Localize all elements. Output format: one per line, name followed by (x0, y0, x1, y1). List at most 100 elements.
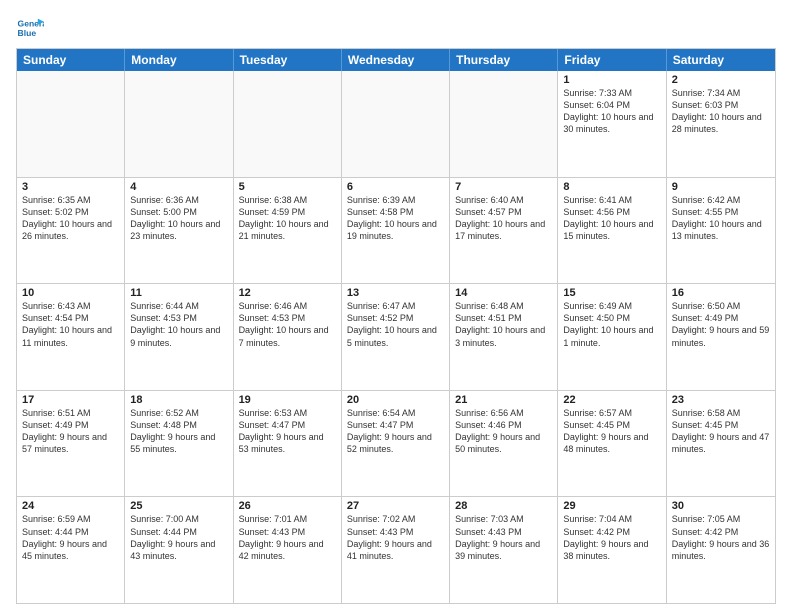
day-number: 7 (455, 181, 552, 193)
page: General Blue SundayMondayTuesdayWednesda… (0, 0, 792, 612)
calendar-cell: 29Sunrise: 7:04 AM Sunset: 4:42 PM Dayli… (558, 497, 666, 603)
cell-info: Sunrise: 6:46 AM Sunset: 4:53 PM Dayligh… (239, 300, 336, 349)
calendar-cell: 17Sunrise: 6:51 AM Sunset: 4:49 PM Dayli… (17, 391, 125, 497)
calendar-cell: 16Sunrise: 6:50 AM Sunset: 4:49 PM Dayli… (667, 284, 775, 390)
day-number: 14 (455, 287, 552, 299)
day-number: 11 (130, 287, 227, 299)
calendar-cell: 12Sunrise: 6:46 AM Sunset: 4:53 PM Dayli… (234, 284, 342, 390)
day-number: 28 (455, 500, 552, 512)
cell-info: Sunrise: 6:58 AM Sunset: 4:45 PM Dayligh… (672, 407, 770, 456)
calendar-row-2: 10Sunrise: 6:43 AM Sunset: 4:54 PM Dayli… (17, 283, 775, 390)
day-number: 15 (563, 287, 660, 299)
calendar-cell (450, 71, 558, 177)
day-number: 4 (130, 181, 227, 193)
cell-info: Sunrise: 7:01 AM Sunset: 4:43 PM Dayligh… (239, 513, 336, 562)
cell-info: Sunrise: 6:47 AM Sunset: 4:52 PM Dayligh… (347, 300, 444, 349)
calendar-cell (342, 71, 450, 177)
cell-info: Sunrise: 7:33 AM Sunset: 6:04 PM Dayligh… (563, 87, 660, 136)
calendar-cell: 25Sunrise: 7:00 AM Sunset: 4:44 PM Dayli… (125, 497, 233, 603)
day-number: 25 (130, 500, 227, 512)
day-number: 24 (22, 500, 119, 512)
calendar-cell: 13Sunrise: 6:47 AM Sunset: 4:52 PM Dayli… (342, 284, 450, 390)
cell-info: Sunrise: 6:39 AM Sunset: 4:58 PM Dayligh… (347, 194, 444, 243)
cell-info: Sunrise: 6:54 AM Sunset: 4:47 PM Dayligh… (347, 407, 444, 456)
calendar-cell (17, 71, 125, 177)
day-number: 26 (239, 500, 336, 512)
cell-info: Sunrise: 6:59 AM Sunset: 4:44 PM Dayligh… (22, 513, 119, 562)
calendar-cell: 19Sunrise: 6:53 AM Sunset: 4:47 PM Dayli… (234, 391, 342, 497)
calendar-cell: 14Sunrise: 6:48 AM Sunset: 4:51 PM Dayli… (450, 284, 558, 390)
cell-info: Sunrise: 6:48 AM Sunset: 4:51 PM Dayligh… (455, 300, 552, 349)
calendar-cell: 7Sunrise: 6:40 AM Sunset: 4:57 PM Daylig… (450, 178, 558, 284)
calendar-cell: 11Sunrise: 6:44 AM Sunset: 4:53 PM Dayli… (125, 284, 233, 390)
cell-info: Sunrise: 6:50 AM Sunset: 4:49 PM Dayligh… (672, 300, 770, 349)
cell-info: Sunrise: 6:38 AM Sunset: 4:59 PM Dayligh… (239, 194, 336, 243)
day-number: 1 (563, 74, 660, 86)
cell-info: Sunrise: 7:34 AM Sunset: 6:03 PM Dayligh… (672, 87, 770, 136)
cell-info: Sunrise: 6:53 AM Sunset: 4:47 PM Dayligh… (239, 407, 336, 456)
calendar-cell: 30Sunrise: 7:05 AM Sunset: 4:42 PM Dayli… (667, 497, 775, 603)
calendar-row-0: 1Sunrise: 7:33 AM Sunset: 6:04 PM Daylig… (17, 71, 775, 177)
cell-info: Sunrise: 6:43 AM Sunset: 4:54 PM Dayligh… (22, 300, 119, 349)
cell-info: Sunrise: 6:49 AM Sunset: 4:50 PM Dayligh… (563, 300, 660, 349)
cell-info: Sunrise: 7:02 AM Sunset: 4:43 PM Dayligh… (347, 513, 444, 562)
cell-info: Sunrise: 6:36 AM Sunset: 5:00 PM Dayligh… (130, 194, 227, 243)
day-number: 23 (672, 394, 770, 406)
day-number: 2 (672, 74, 770, 86)
cell-info: Sunrise: 6:35 AM Sunset: 5:02 PM Dayligh… (22, 194, 119, 243)
day-number: 30 (672, 500, 770, 512)
calendar-cell: 28Sunrise: 7:03 AM Sunset: 4:43 PM Dayli… (450, 497, 558, 603)
calendar-cell: 24Sunrise: 6:59 AM Sunset: 4:44 PM Dayli… (17, 497, 125, 603)
day-number: 5 (239, 181, 336, 193)
svg-text:Blue: Blue (18, 28, 37, 38)
day-number: 20 (347, 394, 444, 406)
cell-info: Sunrise: 7:00 AM Sunset: 4:44 PM Dayligh… (130, 513, 227, 562)
day-number: 29 (563, 500, 660, 512)
calendar-body: 1Sunrise: 7:33 AM Sunset: 6:04 PM Daylig… (17, 71, 775, 603)
calendar-cell (234, 71, 342, 177)
calendar-cell (125, 71, 233, 177)
cell-info: Sunrise: 6:40 AM Sunset: 4:57 PM Dayligh… (455, 194, 552, 243)
calendar-cell: 3Sunrise: 6:35 AM Sunset: 5:02 PM Daylig… (17, 178, 125, 284)
day-number: 18 (130, 394, 227, 406)
calendar-cell: 20Sunrise: 6:54 AM Sunset: 4:47 PM Dayli… (342, 391, 450, 497)
day-number: 22 (563, 394, 660, 406)
header-day-thursday: Thursday (450, 49, 558, 71)
calendar-cell: 1Sunrise: 7:33 AM Sunset: 6:04 PM Daylig… (558, 71, 666, 177)
header-day-friday: Friday (558, 49, 666, 71)
cell-info: Sunrise: 6:44 AM Sunset: 4:53 PM Dayligh… (130, 300, 227, 349)
day-number: 12 (239, 287, 336, 299)
calendar-cell: 22Sunrise: 6:57 AM Sunset: 4:45 PM Dayli… (558, 391, 666, 497)
calendar-cell: 4Sunrise: 6:36 AM Sunset: 5:00 PM Daylig… (125, 178, 233, 284)
cell-info: Sunrise: 6:57 AM Sunset: 4:45 PM Dayligh… (563, 407, 660, 456)
header-day-sunday: Sunday (17, 49, 125, 71)
cell-info: Sunrise: 6:56 AM Sunset: 4:46 PM Dayligh… (455, 407, 552, 456)
calendar-row-4: 24Sunrise: 6:59 AM Sunset: 4:44 PM Dayli… (17, 496, 775, 603)
calendar-cell: 21Sunrise: 6:56 AM Sunset: 4:46 PM Dayli… (450, 391, 558, 497)
cell-info: Sunrise: 6:41 AM Sunset: 4:56 PM Dayligh… (563, 194, 660, 243)
cell-info: Sunrise: 6:42 AM Sunset: 4:55 PM Dayligh… (672, 194, 770, 243)
cell-info: Sunrise: 7:04 AM Sunset: 4:42 PM Dayligh… (563, 513, 660, 562)
header: General Blue (16, 10, 776, 42)
day-number: 9 (672, 181, 770, 193)
calendar-cell: 10Sunrise: 6:43 AM Sunset: 4:54 PM Dayli… (17, 284, 125, 390)
calendar-cell: 18Sunrise: 6:52 AM Sunset: 4:48 PM Dayli… (125, 391, 233, 497)
day-number: 13 (347, 287, 444, 299)
calendar-row-1: 3Sunrise: 6:35 AM Sunset: 5:02 PM Daylig… (17, 177, 775, 284)
day-number: 8 (563, 181, 660, 193)
header-day-tuesday: Tuesday (234, 49, 342, 71)
day-number: 16 (672, 287, 770, 299)
logo: General Blue (16, 14, 48, 42)
cell-info: Sunrise: 7:03 AM Sunset: 4:43 PM Dayligh… (455, 513, 552, 562)
calendar-cell: 15Sunrise: 6:49 AM Sunset: 4:50 PM Dayli… (558, 284, 666, 390)
calendar-row-3: 17Sunrise: 6:51 AM Sunset: 4:49 PM Dayli… (17, 390, 775, 497)
calendar: SundayMondayTuesdayWednesdayThursdayFrid… (16, 48, 776, 604)
header-day-saturday: Saturday (667, 49, 775, 71)
day-number: 21 (455, 394, 552, 406)
calendar-cell: 6Sunrise: 6:39 AM Sunset: 4:58 PM Daylig… (342, 178, 450, 284)
cell-info: Sunrise: 6:52 AM Sunset: 4:48 PM Dayligh… (130, 407, 227, 456)
calendar-cell: 27Sunrise: 7:02 AM Sunset: 4:43 PM Dayli… (342, 497, 450, 603)
calendar-cell: 26Sunrise: 7:01 AM Sunset: 4:43 PM Dayli… (234, 497, 342, 603)
calendar-cell: 9Sunrise: 6:42 AM Sunset: 4:55 PM Daylig… (667, 178, 775, 284)
calendar-cell: 2Sunrise: 7:34 AM Sunset: 6:03 PM Daylig… (667, 71, 775, 177)
